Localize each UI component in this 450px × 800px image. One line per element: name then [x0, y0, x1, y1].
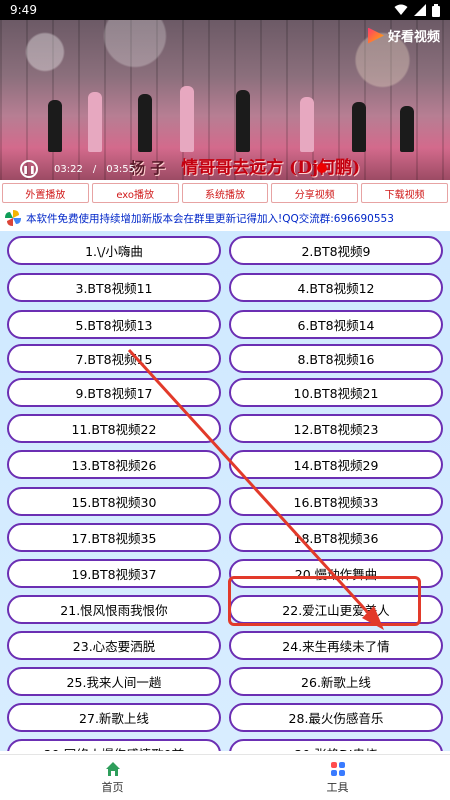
notice-bar: 本软件免费使用持续增加新版本会在群里更新记得加入!QQ交流群:696690553 — [0, 207, 450, 229]
song-list[interactable]: 1.\/小嗨曲 2.BT8视频9 3.BT8视频11 4.BT8视频12 5.B… — [0, 231, 450, 751]
dancer-figure — [180, 86, 194, 152]
notice-text: 本软件免费使用持续增加新版本会在群里更新记得加入!QQ交流群:696690553 — [26, 212, 394, 225]
wifi-icon — [394, 4, 408, 15]
progress-handle[interactable] — [317, 163, 327, 173]
time-current: 03:22 — [54, 163, 83, 175]
song-item[interactable]: 28.最火伤感音乐 — [229, 703, 443, 732]
song-item[interactable]: 12.BT8视频23 — [229, 414, 443, 443]
song-item[interactable]: 10.BT8视频21 — [229, 378, 443, 407]
dancer-figure — [400, 106, 414, 152]
annotation-box — [228, 576, 421, 626]
song-item[interactable]: 15.BT8视频30 — [7, 487, 221, 516]
song-item[interactable]: 4.BT8视频12 — [229, 273, 443, 302]
tab-tools-label: 工具 — [326, 780, 349, 794]
status-bar: 9:49 — [0, 0, 450, 20]
dancer-figure — [88, 92, 102, 152]
song-item[interactable]: 24.来生再续未了情 — [229, 631, 443, 660]
song-item[interactable]: 6.BT8视频14 — [229, 310, 443, 339]
song-item[interactable]: 26.新歌上线 — [229, 667, 443, 696]
song-item[interactable]: 5.BT8视频13 — [7, 310, 221, 339]
pause-icon[interactable]: ❚❚ — [20, 160, 38, 178]
song-item[interactable]: 9.BT8视频17 — [7, 378, 221, 407]
dancer-figure — [300, 97, 314, 152]
video-controls: ❚❚ 03:22 / 03:55 — [20, 160, 135, 178]
song-item[interactable]: 7.BT8视频15 — [7, 344, 221, 373]
time-total: 03:55 — [106, 163, 136, 175]
exo-play-button[interactable]: exo播放 — [91, 183, 179, 203]
song-item[interactable]: 13.BT8视频26 — [7, 450, 221, 479]
system-play-button[interactable]: 系统播放 — [181, 183, 269, 203]
song-item[interactable]: 14.BT8视频29 — [229, 450, 443, 479]
song-item[interactable]: 3.BT8视频11 — [7, 273, 221, 302]
home-icon — [105, 761, 120, 776]
song-item[interactable]: 16.BT8视频33 — [229, 487, 443, 516]
song-item[interactable]: 17.BT8视频35 — [7, 523, 221, 552]
status-time: 9:49 — [10, 3, 37, 17]
bottom-tab-bar: 首页 工具 — [0, 754, 450, 800]
song-item[interactable]: 18.BT8视频36 — [229, 523, 443, 552]
song-item[interactable]: 30.张艳DJ串烧 — [229, 739, 443, 751]
song-item[interactable]: 29.网络火爆伤感情歌9首 — [7, 739, 221, 751]
song-item[interactable]: 8.BT8视频16 — [229, 344, 443, 373]
video-player[interactable]: 好看视频 杨 子情哥哥去远方 (Dj何鹏) ❚❚ 03:22 / 03:55 — [0, 20, 450, 180]
tab-tools[interactable]: 工具 — [225, 755, 450, 800]
dancer-figure — [138, 94, 152, 152]
song-item[interactable]: 27.新歌上线 — [7, 703, 221, 732]
tab-home-label: 首页 — [101, 780, 124, 794]
dancer-figure — [236, 90, 250, 152]
song-item[interactable]: 21.恨风恨雨我恨你 — [7, 595, 221, 624]
tab-home[interactable]: 首页 — [0, 755, 225, 800]
dancer-figure — [352, 102, 366, 152]
song-item[interactable]: 25.我来人间一趟 — [7, 667, 221, 696]
song-item[interactable]: 19.BT8视频37 — [7, 559, 221, 588]
battery-icon — [432, 3, 440, 17]
video-logo: 好看视频 — [367, 26, 440, 45]
song-item[interactable]: 2.BT8视频9 — [229, 236, 443, 265]
download-video-button[interactable]: 下载视频 — [361, 183, 448, 203]
signal-icon — [414, 4, 426, 16]
playback-actions: 外置播放 exo播放 系统播放 分享视频 下载视频 — [0, 183, 450, 203]
song-item[interactable]: 1.\/小嗨曲 — [7, 236, 221, 265]
apps-icon — [330, 761, 345, 776]
share-video-button[interactable]: 分享视频 — [271, 183, 359, 203]
pinwheel-icon — [5, 210, 21, 226]
dancer-figure — [48, 100, 62, 152]
logo-icon — [367, 27, 384, 44]
external-play-button[interactable]: 外置播放 — [2, 183, 89, 203]
song-item[interactable]: 23.心态要洒脱 — [7, 631, 221, 660]
song-item[interactable]: 11.BT8视频22 — [7, 414, 221, 443]
